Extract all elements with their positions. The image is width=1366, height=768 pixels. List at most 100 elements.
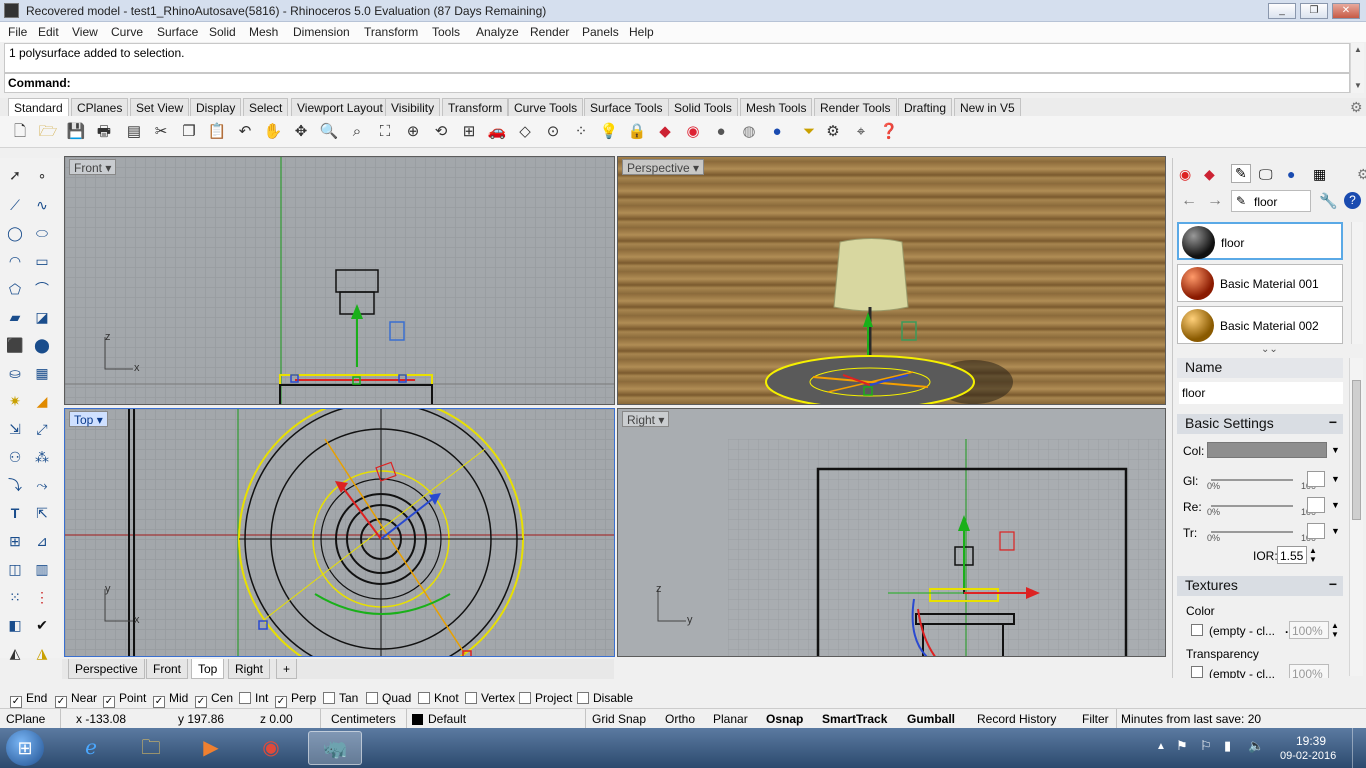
- media-player-icon[interactable]: ▶: [184, 731, 238, 765]
- tab-drafting[interactable]: Drafting: [898, 98, 953, 116]
- material-item-basic-002[interactable]: Basic Material 002: [1177, 306, 1343, 344]
- collapse-icon[interactable]: −: [1329, 576, 1337, 592]
- osnap-project[interactable]: Project: [519, 691, 572, 705]
- menu-surface[interactable]: Surface: [157, 25, 198, 39]
- render-sphere-icon[interactable]: ●: [766, 121, 788, 143]
- basic-settings-header[interactable]: Basic Settings −: [1177, 414, 1343, 434]
- osnap-tan-checkbox[interactable]: [323, 692, 335, 704]
- close-button[interactable]: ✕: [1332, 3, 1360, 19]
- osnap-perp-checkbox[interactable]: ✓: [275, 696, 287, 708]
- transparency-slider[interactable]: [1211, 531, 1293, 533]
- texture-color-spinner-icon[interactable]: ▲ ▼: [1331, 621, 1339, 639]
- color-wheel-tab-icon[interactable]: ◉: [1179, 166, 1191, 183]
- points-icon[interactable]: ⁘: [570, 121, 592, 143]
- text-icon[interactable]: T: [4, 502, 26, 524]
- menu-curve[interactable]: Curve: [111, 25, 143, 39]
- gloss-dropdown-icon[interactable]: ▼: [1331, 474, 1340, 484]
- menu-view[interactable]: View: [72, 25, 98, 39]
- tab-curve-tools[interactable]: Curve Tools: [508, 98, 584, 116]
- viewport-title-perspective[interactable]: Perspective ▾: [622, 159, 705, 175]
- grid-array-icon[interactable]: ⁙: [4, 586, 26, 608]
- rotate-view-icon[interactable]: ⟲: [430, 121, 452, 143]
- tab-render-tools[interactable]: Render Tools: [814, 98, 897, 116]
- texture-color-slot[interactable]: (empty - cl...: [1209, 624, 1293, 638]
- circle-icon[interactable]: ◯: [4, 222, 26, 244]
- status-planar[interactable]: Planar: [713, 712, 748, 726]
- vtab-top[interactable]: Top: [191, 659, 225, 679]
- new-file-icon[interactable]: 🗋: [9, 121, 31, 143]
- trim-icon[interactable]: ⤵: [4, 474, 26, 496]
- osnap-perp[interactable]: ✓ Perp: [275, 691, 316, 708]
- status-units[interactable]: Centimeters: [331, 712, 396, 726]
- tab-viewport-layout[interactable]: Viewport Layout: [291, 98, 389, 116]
- menu-dimension[interactable]: Dimension: [293, 25, 350, 39]
- osnap-point-icon[interactable]: ⊙: [542, 121, 564, 143]
- tab-visibility[interactable]: Visibility: [385, 98, 441, 116]
- right-viewport[interactable]: z y Right ▾: [617, 408, 1166, 657]
- reflect-dropdown-icon[interactable]: ▼: [1331, 500, 1340, 510]
- status-gumball[interactable]: Gumball: [907, 712, 955, 726]
- vtab-front[interactable]: Front: [146, 659, 189, 679]
- open-folder-icon[interactable]: 🗁: [37, 121, 59, 143]
- show-desktop-button[interactable]: [1352, 728, 1366, 768]
- analyze-icon[interactable]: ◧: [4, 614, 26, 636]
- add-viewport-icon[interactable]: +: [276, 659, 298, 679]
- chevron-down-icon[interactable]: ▾: [658, 413, 664, 427]
- osnap-near[interactable]: ✓ Near: [55, 691, 97, 708]
- boolean-icon[interactable]: ⬤: [31, 334, 53, 356]
- surface-icon[interactable]: ▰: [4, 306, 26, 328]
- explode-icon[interactable]: ⁂: [31, 446, 53, 468]
- check-icon[interactable]: ✔: [31, 614, 53, 636]
- osnap-project-checkbox[interactable]: [519, 692, 531, 704]
- tab-set-view[interactable]: Set View: [130, 98, 190, 116]
- clock-time[interactable]: 19:39: [1296, 734, 1326, 748]
- menu-file[interactable]: File: [8, 25, 27, 39]
- zoom-icon[interactable]: 🔍: [318, 121, 340, 143]
- texture-transparency-checkbox[interactable]: [1191, 666, 1203, 678]
- zoom-extents-icon[interactable]: ⛶: [374, 121, 396, 143]
- top-viewport[interactable]: y x Top ▾: [64, 408, 615, 657]
- status-record-history[interactable]: Record History: [977, 712, 1056, 726]
- reflect-color-swatch[interactable]: [1307, 497, 1325, 513]
- pan-hand-icon[interactable]: ✋: [262, 121, 284, 143]
- texture-color-checkbox[interactable]: [1191, 624, 1203, 636]
- rectangle-icon[interactable]: ▭: [31, 250, 53, 272]
- osnap-point-checkbox[interactable]: ✓: [103, 696, 115, 708]
- scroll-down-icon[interactable]: ▼: [1354, 81, 1362, 90]
- scrollbar-thumb[interactable]: [1352, 380, 1361, 520]
- mesh-icon[interactable]: ▦: [31, 362, 53, 384]
- group-icon[interactable]: ⚇: [4, 446, 26, 468]
- gloss-color-swatch[interactable]: [1307, 471, 1325, 487]
- tab-mesh-tools[interactable]: Mesh Tools: [740, 98, 813, 116]
- paint-icon[interactable]: ◮: [31, 642, 53, 664]
- menu-tools[interactable]: Tools: [432, 25, 460, 39]
- ior-spinner-icon[interactable]: ▲ ▼: [1309, 546, 1317, 564]
- rhino-app-icon[interactable]: [4, 3, 19, 18]
- materials-tab-icon[interactable]: ✎: [1231, 164, 1251, 183]
- polygon-icon[interactable]: ⬠: [4, 278, 26, 300]
- move-view-icon[interactable]: ✥: [290, 121, 312, 143]
- layers-icon[interactable]: ◆: [654, 121, 676, 143]
- osnap-vertex[interactable]: Vertex: [465, 691, 515, 705]
- menu-solid[interactable]: Solid: [209, 25, 236, 39]
- tray-volume-icon[interactable]: 🔈: [1248, 738, 1264, 754]
- osnap-cen[interactable]: ✓ Cen: [195, 691, 233, 708]
- hatch-icon[interactable]: ▥: [31, 558, 53, 580]
- osnap-near-checkbox[interactable]: ✓: [55, 696, 67, 708]
- polyline-icon[interactable]: ⟋: [4, 194, 26, 216]
- tab-solid-tools[interactable]: Solid Tools: [668, 98, 738, 116]
- gloss-slider[interactable]: [1211, 479, 1293, 481]
- vtab-perspective[interactable]: Perspective: [68, 659, 145, 679]
- tray-signal-icon[interactable]: ▮: [1224, 738, 1231, 754]
- command-scrollbar[interactable]: ▲ ▼: [1350, 43, 1364, 93]
- four-view-icon[interactable]: ⊞: [458, 121, 480, 143]
- reflect-slider[interactable]: [1211, 505, 1293, 507]
- tab-display[interactable]: Display: [190, 98, 242, 116]
- file-explorer-icon[interactable]: 🗀: [124, 731, 178, 765]
- chevron-down-icon[interactable]: ▾: [693, 161, 699, 175]
- panel-gear-icon[interactable]: ⚙: [1357, 166, 1366, 183]
- osnap-end-checkbox[interactable]: ✓: [10, 696, 22, 708]
- color-wheel-icon[interactable]: ◉: [682, 121, 704, 143]
- undo-icon[interactable]: ↶: [234, 121, 256, 143]
- texture-transparency-amount[interactable]: 100%: [1289, 664, 1329, 678]
